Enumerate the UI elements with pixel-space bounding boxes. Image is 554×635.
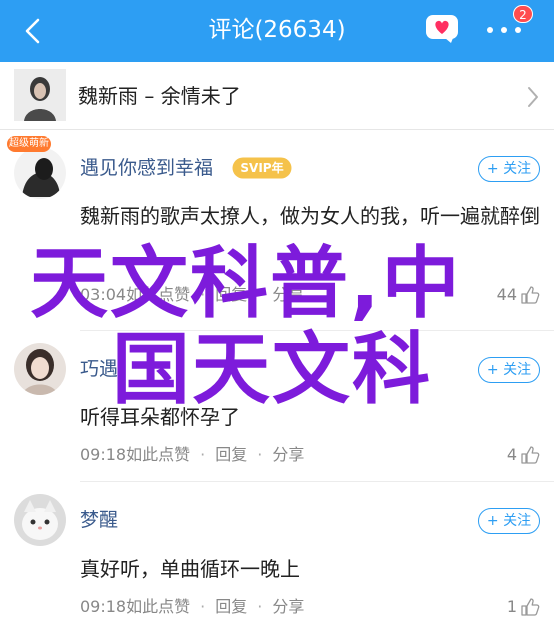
page-title: 评论(26634) bbox=[208, 17, 346, 43]
reply-link[interactable]: 回复 bbox=[215, 445, 247, 464]
follow-button[interactable]: + 关注 bbox=[478, 357, 540, 383]
like-count[interactable]: 4 bbox=[507, 444, 540, 466]
song-info-bar[interactable]: 魏新雨 – 余情未了 bbox=[0, 62, 554, 130]
thumbs-up-icon[interactable] bbox=[520, 285, 540, 305]
thumbs-up-icon[interactable] bbox=[520, 445, 540, 465]
album-cover-image bbox=[14, 69, 66, 121]
svip-badge-label: SVIP年 bbox=[240, 161, 284, 175]
follow-button[interactable]: + 关注 bbox=[478, 156, 540, 182]
comment-meta: 09:18如此点赞 · 回复 · 分享 bbox=[80, 597, 305, 616]
comment-time: 03:04如此点赞 bbox=[80, 285, 191, 304]
chat-heart-icon[interactable] bbox=[425, 14, 459, 44]
comment-username[interactable]: 梦醒 bbox=[80, 507, 118, 533]
comment-item: 超级萌新 遇见你感到幸福 SVIP年 + 关注 魏新雨的歌声太撩人，做为女人的我… bbox=[0, 131, 554, 331]
user-avatar[interactable] bbox=[14, 343, 66, 395]
song-title: 魏新雨 – 余情未了 bbox=[78, 84, 241, 108]
comment-time: 09:18如此点赞 bbox=[80, 445, 191, 464]
comment-text: 魏新雨的歌声太撩人，做为女人的我，听一遍就醉倒 bbox=[80, 204, 540, 228]
share-link[interactable]: 分享 bbox=[272, 597, 304, 616]
like-count[interactable]: 1 bbox=[507, 596, 540, 618]
notification-badge: 2 bbox=[513, 5, 533, 23]
comment-item: 梦醒 + 关注 真好听，单曲循环一晚上 09:18如此点赞 · 回复 · 分享 1 bbox=[0, 483, 554, 635]
more-options-icon[interactable] bbox=[484, 20, 524, 40]
divider bbox=[80, 481, 554, 482]
comment-time: 09:18如此点赞 bbox=[80, 597, 191, 616]
comment-username[interactable]: 遇见你感到幸福 bbox=[80, 155, 213, 181]
follow-button[interactable]: + 关注 bbox=[478, 508, 540, 534]
thumbs-up-icon[interactable] bbox=[520, 597, 540, 617]
reply-link[interactable]: 回复 bbox=[215, 597, 247, 616]
comment-meta: 03:04如此点赞 · 回复 · 分享 bbox=[80, 285, 305, 304]
user-avatar[interactable] bbox=[14, 147, 66, 199]
user-avatar[interactable] bbox=[14, 494, 66, 546]
avatar-badge-label: 超级萌新 bbox=[9, 138, 49, 149]
share-link[interactable]: 分享 bbox=[272, 285, 304, 304]
comment-meta: 09:18如此点赞 · 回复 · 分享 bbox=[80, 445, 305, 464]
comment-text: 听得耳朵都怀孕了 bbox=[80, 405, 240, 429]
reply-link[interactable]: 回复 bbox=[215, 285, 247, 304]
chevron-right-icon[interactable] bbox=[525, 84, 541, 110]
comment-item: 巧遇 + 关注 听得耳朵都怀孕了 09:18如此点赞 · 回复 · 分享 4 bbox=[0, 332, 554, 482]
like-count[interactable]: 44 bbox=[497, 284, 540, 306]
comment-text: 真好听，单曲循环一晚上 bbox=[80, 557, 300, 581]
comment-username[interactable]: 巧遇 bbox=[80, 356, 118, 382]
divider bbox=[80, 330, 554, 331]
top-navbar: 评论(26634) 2 bbox=[0, 0, 554, 62]
share-link[interactable]: 分享 bbox=[272, 445, 304, 464]
